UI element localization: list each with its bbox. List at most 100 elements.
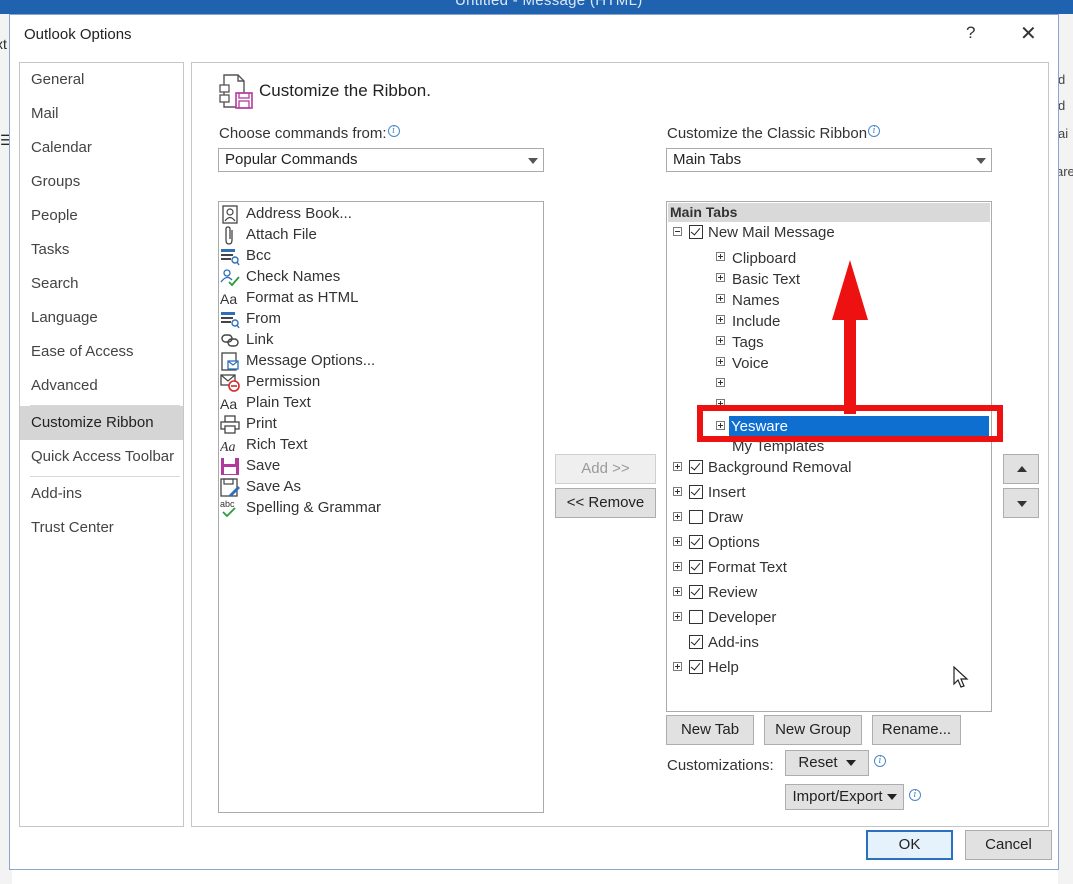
tree-item-insert[interactable]: Insert bbox=[708, 484, 746, 501]
checkbox-checked[interactable] bbox=[689, 635, 703, 649]
link-icon bbox=[221, 334, 239, 347]
nav-item-advanced[interactable]: Advanced bbox=[20, 369, 183, 403]
list-item[interactable]: From bbox=[219, 309, 539, 330]
cancel-button[interactable]: Cancel bbox=[965, 830, 1052, 860]
list-item[interactable]: Link bbox=[219, 330, 539, 351]
expand-icon[interactable] bbox=[716, 252, 725, 261]
bcc-icon bbox=[221, 249, 240, 266]
import-export-button[interactable]: Import/Export bbox=[785, 784, 904, 810]
nav-item-people[interactable]: People bbox=[20, 199, 183, 233]
new-tab-button[interactable]: New Tab bbox=[666, 715, 754, 745]
commands-list[interactable]: Address Book... Attach File Bcc Check Na… bbox=[218, 201, 544, 813]
checkbox-checked[interactable] bbox=[689, 560, 703, 574]
checkbox-unchecked[interactable] bbox=[689, 610, 703, 624]
tree-item-add-ins[interactable]: Add-ins bbox=[708, 634, 759, 651]
tree-group-basic-text[interactable]: Basic Text bbox=[732, 271, 800, 288]
info-icon: i bbox=[868, 125, 881, 137]
tree-group-clipboard[interactable]: Clipboard bbox=[732, 250, 796, 267]
nav-item-search[interactable]: Search bbox=[20, 267, 183, 301]
expand-icon[interactable] bbox=[716, 336, 725, 345]
list-item[interactable]: Aa Plain Text bbox=[219, 393, 539, 414]
remove-button[interactable]: << Remove bbox=[555, 488, 656, 518]
expand-icon[interactable] bbox=[673, 662, 682, 671]
expand-icon[interactable] bbox=[716, 378, 725, 387]
collapse-icon[interactable] bbox=[673, 227, 682, 236]
nav-item-add-ins[interactable]: Add-ins bbox=[20, 477, 183, 511]
checkbox-checked[interactable] bbox=[689, 660, 703, 674]
command-label: Link bbox=[246, 331, 274, 348]
expand-icon[interactable] bbox=[673, 612, 682, 621]
expand-icon[interactable] bbox=[673, 537, 682, 546]
list-item[interactable]: Permission bbox=[219, 372, 539, 393]
list-item[interactable]: Attach File bbox=[219, 225, 539, 246]
close-button[interactable]: ✕ bbox=[1020, 21, 1037, 46]
expand-icon[interactable] bbox=[673, 562, 682, 571]
list-item[interactable]: Address Book... bbox=[219, 204, 539, 225]
tree-group-names[interactable]: Names bbox=[732, 292, 780, 309]
nav-item-general[interactable]: General bbox=[20, 63, 183, 97]
list-item[interactable]: Save bbox=[219, 456, 539, 477]
checkbox-checked[interactable] bbox=[689, 485, 703, 499]
tree-group-yesware-selected[interactable]: Yesware bbox=[729, 416, 989, 437]
nav-item-groups[interactable]: Groups bbox=[20, 165, 183, 199]
tree-item-background-removal[interactable]: Background Removal bbox=[708, 459, 851, 476]
expand-icon[interactable] bbox=[716, 294, 725, 303]
list-item[interactable]: Print bbox=[219, 414, 539, 435]
tree-group-voice[interactable]: Voice bbox=[732, 355, 769, 372]
expand-icon[interactable] bbox=[716, 399, 725, 408]
list-item[interactable]: Bcc bbox=[219, 246, 539, 267]
help-button[interactable]: ? bbox=[966, 23, 975, 43]
expand-icon[interactable] bbox=[716, 421, 725, 430]
nav-item-language[interactable]: Language bbox=[20, 301, 183, 335]
expand-icon[interactable] bbox=[673, 462, 682, 471]
new-group-button[interactable]: New Group bbox=[764, 715, 862, 745]
customize-ribbon-combo[interactable]: Main Tabs bbox=[666, 148, 992, 172]
checkbox-checked[interactable] bbox=[689, 225, 703, 239]
background-fragment: are bbox=[1058, 164, 1073, 179]
move-up-button[interactable] bbox=[1003, 454, 1039, 484]
tree-group-include[interactable]: Include bbox=[732, 313, 780, 330]
info-icon: i bbox=[909, 789, 921, 801]
add-button[interactable]: Add >> bbox=[555, 454, 656, 484]
list-item[interactable]: abc Spelling & Grammar bbox=[219, 498, 539, 519]
nav-item-tasks[interactable]: Tasks bbox=[20, 233, 183, 267]
checkbox-checked[interactable] bbox=[689, 535, 703, 549]
list-item[interactable]: Check Names bbox=[219, 267, 539, 288]
tree-item-draw[interactable]: Draw bbox=[708, 509, 743, 526]
nav-item-customize-ribbon[interactable]: Customize Ribbon bbox=[20, 406, 183, 440]
expand-icon[interactable] bbox=[673, 587, 682, 596]
nav-item-quick-access-toolbar[interactable]: Quick Access Toolbar bbox=[20, 440, 183, 474]
tree-group-tags[interactable]: Tags bbox=[732, 334, 764, 351]
message-options-icon bbox=[221, 352, 239, 371]
expand-icon[interactable] bbox=[716, 273, 725, 282]
tree-item-new-mail-message[interactable]: New Mail Message bbox=[708, 224, 835, 241]
expand-icon[interactable] bbox=[673, 512, 682, 521]
list-item[interactable]: Save As bbox=[219, 477, 539, 498]
list-item[interactable]: Aa Format as HTML bbox=[219, 288, 539, 309]
list-item[interactable]: Message Options... bbox=[219, 351, 539, 372]
tree-item-review[interactable]: Review bbox=[708, 584, 757, 601]
tree-group-my-templates[interactable]: My Templates bbox=[732, 438, 824, 455]
nav-item-ease-of-access[interactable]: Ease of Access bbox=[20, 335, 183, 369]
background-fragment: d bbox=[1058, 72, 1066, 87]
tree-item-help[interactable]: Help bbox=[708, 659, 739, 676]
tree-item-format-text[interactable]: Format Text bbox=[708, 559, 787, 576]
ok-button[interactable]: OK bbox=[866, 830, 953, 860]
expand-icon[interactable] bbox=[673, 487, 682, 496]
nav-item-calendar[interactable]: Calendar bbox=[20, 131, 183, 165]
tree-item-developer[interactable]: Developer bbox=[708, 609, 776, 626]
checkbox-checked[interactable] bbox=[689, 460, 703, 474]
tree-item-options[interactable]: Options bbox=[708, 534, 760, 551]
list-item[interactable]: Aa Rich Text bbox=[219, 435, 539, 456]
rename-button[interactable]: Rename... bbox=[872, 715, 961, 745]
expand-icon[interactable] bbox=[716, 315, 725, 324]
from-icon bbox=[221, 312, 240, 329]
nav-item-trust-center[interactable]: Trust Center bbox=[20, 511, 183, 545]
checkbox-unchecked[interactable] bbox=[689, 510, 703, 524]
choose-commands-combo[interactable]: Popular Commands bbox=[218, 148, 544, 172]
checkbox-checked[interactable] bbox=[689, 585, 703, 599]
expand-icon[interactable] bbox=[716, 357, 725, 366]
reset-button[interactable]: Reset bbox=[785, 750, 869, 776]
move-down-button[interactable] bbox=[1003, 488, 1039, 518]
nav-item-mail[interactable]: Mail bbox=[20, 97, 183, 131]
